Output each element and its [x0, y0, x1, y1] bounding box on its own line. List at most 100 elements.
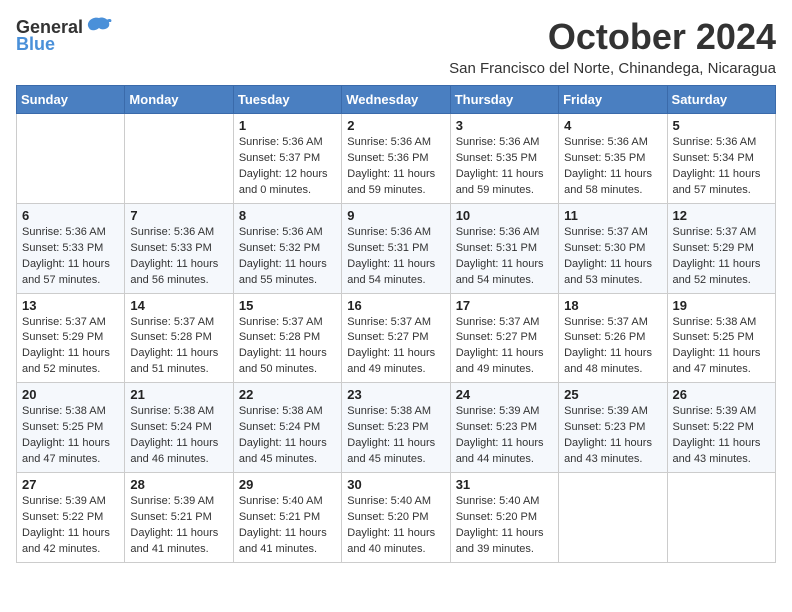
- day-info: Sunrise: 5:40 AM Sunset: 5:20 PM Dayligh…: [456, 494, 553, 558]
- day-info: Sunrise: 5:36 AM Sunset: 5:36 PM Dayligh…: [347, 135, 444, 199]
- calendar-cell: 5Sunrise: 5:36 AM Sunset: 5:34 PM Daylig…: [667, 114, 775, 204]
- calendar-cell: [667, 473, 775, 563]
- day-info: Sunrise: 5:38 AM Sunset: 5:25 PM Dayligh…: [22, 404, 119, 468]
- day-header-wednesday: Wednesday: [342, 86, 450, 114]
- calendar-cell: 23 Sunrise: 5:38 AM Sunset: 5:23 PM Dayli…: [342, 383, 450, 473]
- day-number: 15: [239, 298, 336, 313]
- day-info: Sunrise: 5:36 AM Sunset: 5:31 PM Dayligh…: [347, 225, 444, 289]
- day-number: 28: [130, 477, 227, 492]
- calendar-cell: 27 Sunrise: 5:39 AM Sunset: 5:22 PM Dayli…: [17, 473, 125, 563]
- calendar-week-5: 27 Sunrise: 5:39 AM Sunset: 5:22 PM Dayli…: [17, 473, 776, 563]
- calendar-cell: 10 Sunrise: 5:36 AM Sunset: 5:31 PM Dayli…: [450, 203, 558, 293]
- calendar-cell: 26 Sunrise: 5:39 AM Sunset: 5:22 PM Dayli…: [667, 383, 775, 473]
- calendar-week-4: 20 Sunrise: 5:38 AM Sunset: 5:25 PM Dayli…: [17, 383, 776, 473]
- calendar-week-1: 1 Sunrise: 5:36 AM Sunset: 5:37 PM Daylig…: [17, 114, 776, 204]
- page-header: General Blue October 2024 San Francisco …: [16, 16, 776, 77]
- day-header-thursday: Thursday: [450, 86, 558, 114]
- day-number: 12: [673, 208, 770, 223]
- day-header-tuesday: Tuesday: [233, 86, 341, 114]
- calendar-cell: 8 Sunrise: 5:36 AM Sunset: 5:32 PM Daylig…: [233, 203, 341, 293]
- day-info: Sunrise: 5:37 AM Sunset: 5:27 PM Dayligh…: [347, 315, 444, 379]
- location-subtitle: San Francisco del Norte, Chinandega, Nic…: [449, 60, 776, 77]
- calendar-cell: [559, 473, 667, 563]
- day-number: 17: [456, 298, 553, 313]
- day-number: 20: [22, 387, 119, 402]
- calendar-cell: 19 Sunrise: 5:38 AM Sunset: 5:25 PM Dayli…: [667, 293, 775, 383]
- calendar-cell: 3Sunrise: 5:36 AM Sunset: 5:35 PM Daylig…: [450, 114, 558, 204]
- day-number: 7: [130, 208, 227, 223]
- title-section: October 2024 San Francisco del Norte, Ch…: [449, 16, 776, 77]
- day-number: 13: [22, 298, 119, 313]
- day-info: Sunrise: 5:36 AM Sunset: 5:34 PM Dayligh…: [673, 135, 770, 199]
- day-header-monday: Monday: [125, 86, 233, 114]
- day-number: 11: [564, 208, 661, 223]
- calendar-cell: 11 Sunrise: 5:37 AM Sunset: 5:30 PM Dayli…: [559, 203, 667, 293]
- day-number: 8: [239, 208, 336, 223]
- day-number: 23: [347, 387, 444, 402]
- day-number: 1: [239, 118, 336, 133]
- calendar-cell: 17 Sunrise: 5:37 AM Sunset: 5:27 PM Dayli…: [450, 293, 558, 383]
- calendar-cell: [17, 114, 125, 204]
- calendar-cell: 24Sunrise: 5:39 AM Sunset: 5:23 PM Dayli…: [450, 383, 558, 473]
- calendar-cell: 21Sunrise: 5:38 AM Sunset: 5:24 PM Dayli…: [125, 383, 233, 473]
- calendar-header-row: SundayMondayTuesdayWednesdayThursdayFrid…: [17, 86, 776, 114]
- day-number: 27: [22, 477, 119, 492]
- day-number: 10: [456, 208, 553, 223]
- day-info: Sunrise: 5:40 AM Sunset: 5:20 PM Dayligh…: [347, 494, 444, 558]
- logo-bird-icon: [85, 16, 113, 38]
- day-info: Sunrise: 5:37 AM Sunset: 5:29 PM Dayligh…: [673, 225, 770, 289]
- day-header-sunday: Sunday: [17, 86, 125, 114]
- day-number: 26: [673, 387, 770, 402]
- day-info: Sunrise: 5:38 AM Sunset: 5:25 PM Dayligh…: [673, 315, 770, 379]
- day-info: Sunrise: 5:37 AM Sunset: 5:28 PM Dayligh…: [239, 315, 336, 379]
- day-info: Sunrise: 5:39 AM Sunset: 5:22 PM Dayligh…: [673, 404, 770, 468]
- month-title: October 2024: [449, 16, 776, 58]
- day-info: Sunrise: 5:37 AM Sunset: 5:26 PM Dayligh…: [564, 315, 661, 379]
- day-info: Sunrise: 5:38 AM Sunset: 5:23 PM Dayligh…: [347, 404, 444, 468]
- day-number: 3: [456, 118, 553, 133]
- logo-blue-text: Blue: [16, 34, 55, 55]
- calendar-cell: [125, 114, 233, 204]
- calendar-cell: 6Sunrise: 5:36 AM Sunset: 5:33 PM Daylig…: [17, 203, 125, 293]
- day-info: Sunrise: 5:37 AM Sunset: 5:28 PM Dayligh…: [130, 315, 227, 379]
- day-number: 18: [564, 298, 661, 313]
- day-number: 25: [564, 387, 661, 402]
- day-info: Sunrise: 5:36 AM Sunset: 5:31 PM Dayligh…: [456, 225, 553, 289]
- calendar-week-3: 13 Sunrise: 5:37 AM Sunset: 5:29 PM Dayli…: [17, 293, 776, 383]
- day-number: 30: [347, 477, 444, 492]
- day-info: Sunrise: 5:37 AM Sunset: 5:30 PM Dayligh…: [564, 225, 661, 289]
- calendar-cell: 28Sunrise: 5:39 AM Sunset: 5:21 PM Dayli…: [125, 473, 233, 563]
- day-info: Sunrise: 5:36 AM Sunset: 5:32 PM Dayligh…: [239, 225, 336, 289]
- calendar-cell: 29Sunrise: 5:40 AM Sunset: 5:21 PM Dayli…: [233, 473, 341, 563]
- logo: General Blue: [16, 16, 113, 55]
- calendar-cell: 18 Sunrise: 5:37 AM Sunset: 5:26 PM Dayli…: [559, 293, 667, 383]
- calendar-week-2: 6Sunrise: 5:36 AM Sunset: 5:33 PM Daylig…: [17, 203, 776, 293]
- day-number: 22: [239, 387, 336, 402]
- calendar-cell: 16 Sunrise: 5:37 AM Sunset: 5:27 PM Dayli…: [342, 293, 450, 383]
- calendar-cell: 25 Sunrise: 5:39 AM Sunset: 5:23 PM Dayli…: [559, 383, 667, 473]
- day-info: Sunrise: 5:37 AM Sunset: 5:29 PM Dayligh…: [22, 315, 119, 379]
- day-number: 24: [456, 387, 553, 402]
- calendar-cell: 15 Sunrise: 5:37 AM Sunset: 5:28 PM Dayli…: [233, 293, 341, 383]
- day-info: Sunrise: 5:36 AM Sunset: 5:35 PM Dayligh…: [564, 135, 661, 199]
- day-number: 21: [130, 387, 227, 402]
- calendar-table: SundayMondayTuesdayWednesdayThursdayFrid…: [16, 85, 776, 563]
- day-info: Sunrise: 5:38 AM Sunset: 5:24 PM Dayligh…: [239, 404, 336, 468]
- day-number: 19: [673, 298, 770, 313]
- day-number: 4: [564, 118, 661, 133]
- day-info: Sunrise: 5:37 AM Sunset: 5:27 PM Dayligh…: [456, 315, 553, 379]
- calendar-cell: 13 Sunrise: 5:37 AM Sunset: 5:29 PM Dayli…: [17, 293, 125, 383]
- day-number: 16: [347, 298, 444, 313]
- day-info: Sunrise: 5:39 AM Sunset: 5:22 PM Dayligh…: [22, 494, 119, 558]
- day-info: Sunrise: 5:39 AM Sunset: 5:23 PM Dayligh…: [564, 404, 661, 468]
- day-info: Sunrise: 5:40 AM Sunset: 5:21 PM Dayligh…: [239, 494, 336, 558]
- day-info: Sunrise: 5:36 AM Sunset: 5:33 PM Dayligh…: [22, 225, 119, 289]
- calendar-cell: 31 Sunrise: 5:40 AM Sunset: 5:20 PM Dayli…: [450, 473, 558, 563]
- day-number: 14: [130, 298, 227, 313]
- day-number: 31: [456, 477, 553, 492]
- day-number: 2: [347, 118, 444, 133]
- calendar-cell: 22 Sunrise: 5:38 AM Sunset: 5:24 PM Dayli…: [233, 383, 341, 473]
- day-info: Sunrise: 5:36 AM Sunset: 5:33 PM Dayligh…: [130, 225, 227, 289]
- day-info: Sunrise: 5:36 AM Sunset: 5:37 PM Dayligh…: [239, 135, 336, 199]
- day-header-saturday: Saturday: [667, 86, 775, 114]
